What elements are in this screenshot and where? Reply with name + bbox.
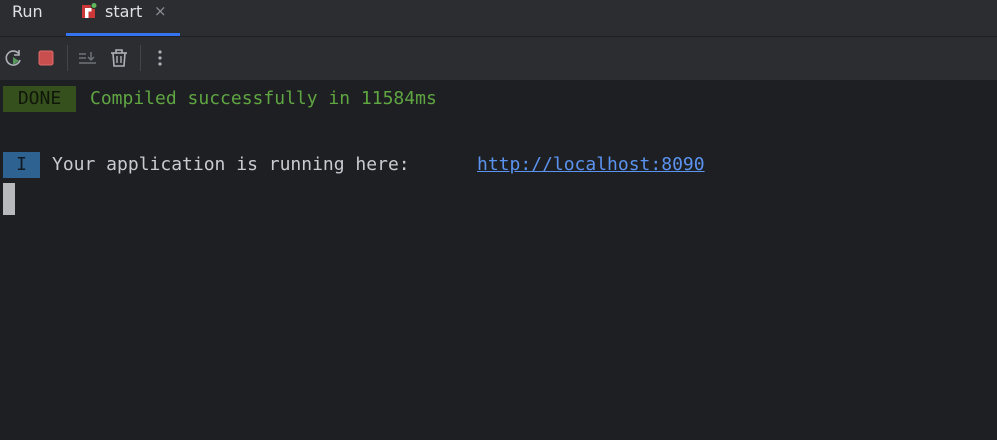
app-running-text: Your application is running here: (52, 154, 421, 175)
scroll-to-end-icon[interactable] (76, 47, 98, 69)
tab-start[interactable]: start × (66, 0, 180, 36)
compile-status-text: Compiled successfully in 11584ms (90, 88, 437, 109)
close-icon[interactable]: × (154, 3, 167, 19)
console-output[interactable]: DONE Compiled successfully in 11584ms I … (0, 80, 997, 440)
rerun-icon[interactable] (3, 47, 25, 69)
status-badge-info: I (3, 152, 40, 178)
localhost-link[interactable]: http://localhost:8090 (477, 152, 705, 178)
toolbar-separator (67, 45, 68, 71)
run-toolbar (0, 37, 997, 80)
tab-label: start (105, 2, 143, 21)
clear-all-icon[interactable] (108, 47, 130, 69)
tab-active-indicator (66, 33, 180, 36)
more-options-icon[interactable] (149, 47, 171, 69)
tool-window-title: Run (12, 2, 43, 21)
stop-icon[interactable] (35, 47, 57, 69)
toolbar-separator (140, 45, 141, 71)
text-cursor (3, 183, 15, 215)
npm-run-icon (81, 2, 98, 19)
status-badge-done: DONE (3, 86, 76, 112)
tool-window-header: Run start × (0, 0, 997, 37)
